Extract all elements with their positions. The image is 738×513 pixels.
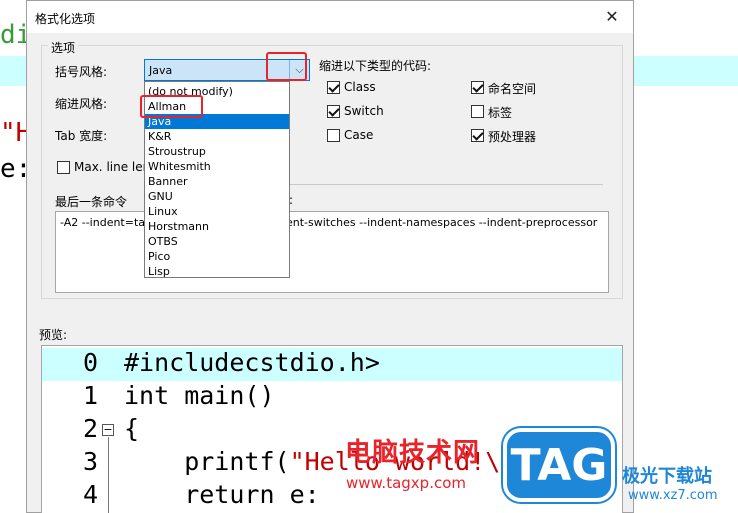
line-number: 2 [82, 414, 98, 443]
preview-label: 预览: [39, 328, 68, 342]
indent-switch-checkbox[interactable] [327, 105, 340, 118]
dropdown-option[interactable]: Lisp [145, 264, 289, 279]
indent-style-label: 缩进风格: [55, 97, 108, 111]
code-text: int main() [124, 381, 275, 410]
watermark-site-url: www.xz7.com [628, 488, 718, 503]
max-line-length-checkbox[interactable] [57, 161, 70, 174]
watermark-tag-text: TAG [510, 440, 608, 491]
last-command-label: 最后一条命令 [55, 195, 128, 209]
indent-label-checkbox[interactable] [471, 105, 484, 118]
preview-line: 1 int main() [42, 381, 622, 414]
dropdown-option[interactable]: Pico [145, 249, 289, 264]
last-command-text-right: ent-switches --indent-namespaces --inden… [286, 216, 598, 229]
indent-class-label: Class [344, 80, 376, 94]
line-number: 1 [82, 381, 98, 410]
indent-case-label: Case [344, 128, 374, 142]
dialog-titlebar[interactable]: 格式化选项 ✕ [27, 1, 633, 33]
brace-style-label: 括号风格: [55, 65, 108, 79]
dropdown-option[interactable]: Banner [145, 174, 289, 189]
indent-namespace-checkbox[interactable] [471, 81, 484, 94]
brace-style-value: Java [149, 64, 173, 77]
options-group-label: 选项 [48, 39, 79, 56]
code-text: { [124, 414, 140, 443]
dropdown-option[interactable]: Horstmann [145, 219, 289, 234]
watermark-cn-text: 电脑技术网 [345, 438, 481, 468]
code-text: return e: [124, 480, 320, 509]
indent-case-checkbox[interactable] [327, 129, 340, 142]
watermark-tag-logo: TAG [503, 428, 615, 502]
dropdown-option[interactable]: Linux [145, 204, 289, 219]
dropdown-option[interactable]: GNU [145, 189, 289, 204]
annotation-box-dropdown-button [266, 52, 307, 81]
annotation-box-allman [140, 95, 203, 118]
indent-switch-label: Switch [344, 104, 384, 118]
indent-preprocessor-label: 预处理器 [488, 130, 537, 144]
background-current-line-right [634, 56, 738, 86]
code-prefix: printf( [124, 447, 290, 476]
line-number: 0 [82, 348, 98, 377]
preview-line: 0 #includecstdio.h> [42, 348, 622, 381]
indent-preprocessor-checkbox[interactable] [471, 129, 484, 142]
watermark-url: www.tagxp.com [346, 474, 466, 492]
indent-label-label: 标签 [488, 106, 513, 120]
last-command-text-left: -A2 --indent=ta [60, 216, 146, 229]
indent-namespace-label: 命名空间 [488, 82, 537, 96]
close-icon[interactable]: ✕ [601, 7, 623, 27]
dropdown-option[interactable]: Stroustrup [145, 144, 289, 159]
dropdown-option[interactable]: Whitesmith [145, 159, 289, 174]
last-command-field[interactable]: -A2 --indent=ta ent-switches --indent-na… [55, 211, 609, 293]
fold-minus-icon[interactable]: − [102, 424, 114, 436]
line-number: 3 [82, 447, 98, 476]
dropdown-option[interactable]: K&R [145, 129, 289, 144]
line-number: 4 [82, 480, 98, 509]
indent-class-checkbox[interactable] [327, 81, 340, 94]
dropdown-option[interactable]: OTBS [145, 234, 289, 249]
code-text: #includecstdio.h> [124, 348, 380, 377]
indent-types-label: 缩进以下类型的代码: [319, 59, 432, 73]
tab-width-label: Tab 宽度: [55, 129, 108, 143]
dialog-title: 格式化选项 [35, 12, 96, 26]
watermark-site-name: 极光下载站 [622, 466, 712, 487]
